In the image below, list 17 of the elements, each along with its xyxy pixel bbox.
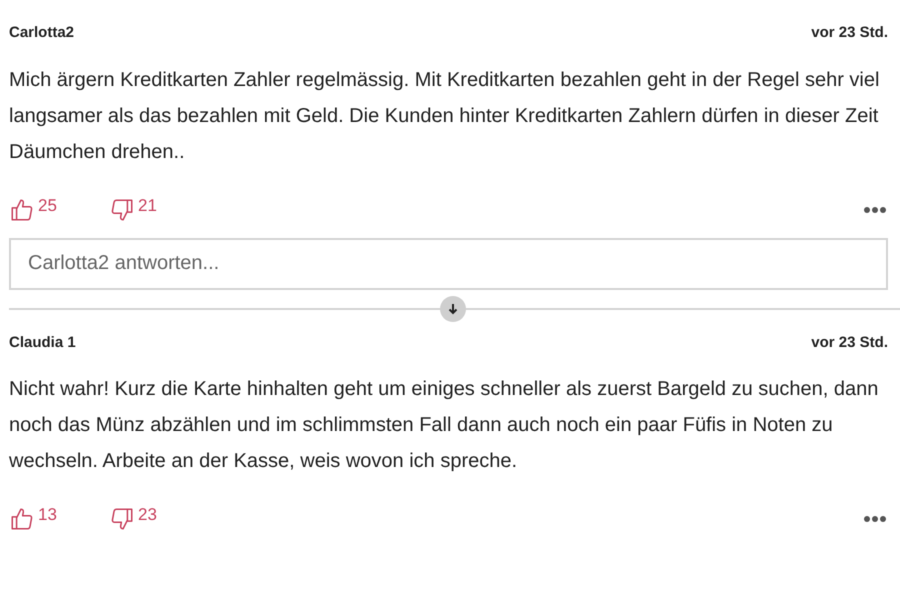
arrow-down-icon	[447, 302, 459, 314]
comment-text: Mich ärgern Kreditkarten Zahler regelmässig. Mit Kreditkarten bezahlen geht in der Regel sehr viel langsamer als das bezahlen mit Geld. Die Kunden hinter Kreditkarten Zahlern dürfen in dieser Zeit Däumchen drehen..	[9, 68, 880, 164]
like-button[interactable]: 25	[9, 196, 109, 222]
comment-time: vor 23 Std.	[811, 23, 888, 43]
comment-text: Nicht wahr! Kurz die Karte hinhalten geht um einiges schneller als zuerst Bargeld zu suchen, dann noch das Münz abzählen und im schlimmsten Fall dann auch noch ein paar Füfis in Noten zu wechseln. Arbeite an der Kasse, weis wovon ich spreche.	[9, 377, 880, 474]
reply-field[interactable]: Carlotta2 antworten...	[9, 238, 888, 290]
like-button[interactable]: 13	[9, 506, 109, 532]
thumbs-down-icon	[109, 506, 135, 532]
comment-author: Carlotta2	[9, 23, 74, 43]
dislike-button[interactable]: 23	[109, 506, 157, 532]
thumbs-up-icon	[9, 506, 35, 532]
dislike-button[interactable]: 21	[109, 196, 157, 222]
expand-button[interactable]	[440, 296, 466, 322]
thumbs-down-icon	[109, 196, 135, 222]
thumbs-up-icon	[9, 196, 35, 222]
comment-author: Claudia 1	[9, 332, 76, 352]
comment-time: vor 23 Std.	[811, 332, 888, 352]
